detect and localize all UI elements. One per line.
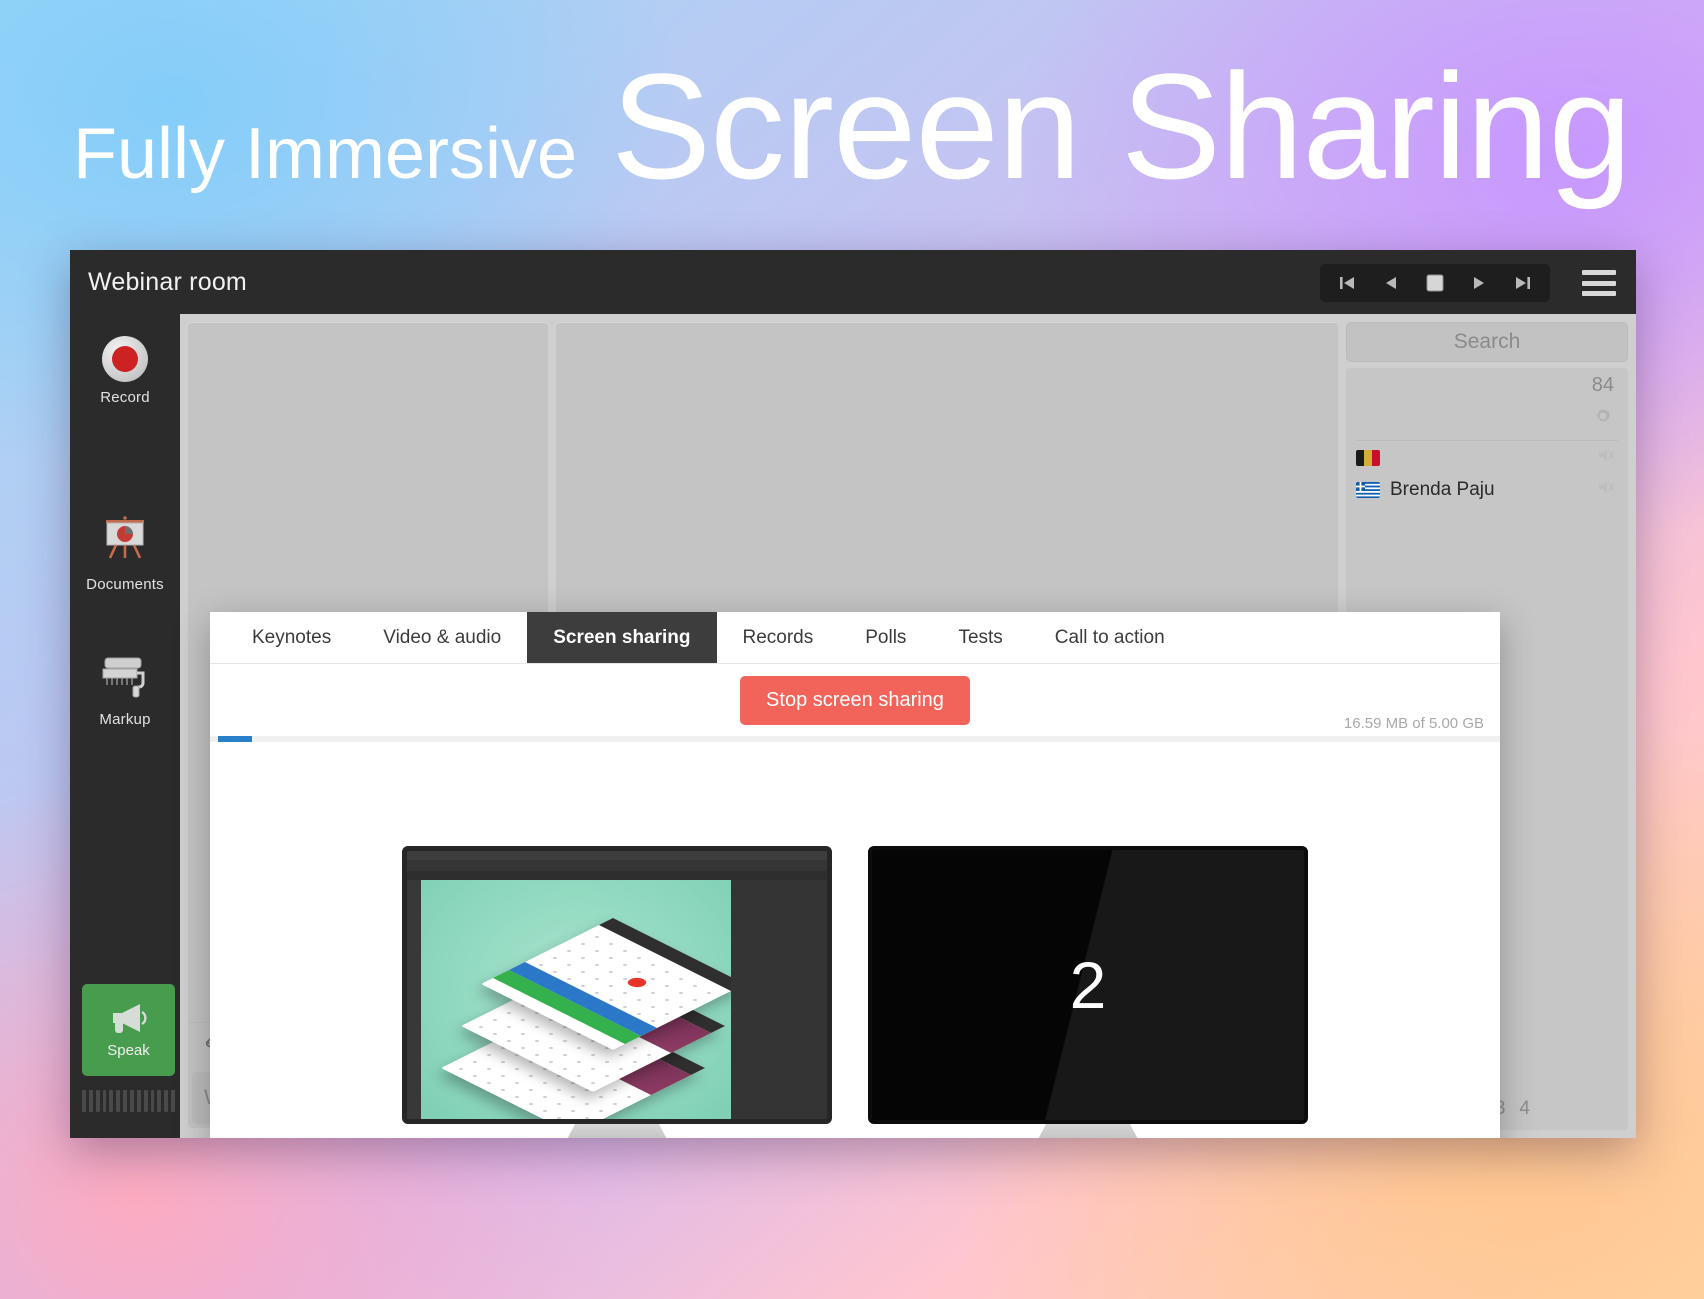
record-icon (102, 336, 148, 382)
tab-label: Tests (958, 627, 1002, 649)
tab-call-to-action[interactable]: Call to action (1029, 612, 1191, 663)
app-document-tab (407, 871, 827, 880)
tab-label: Records (743, 627, 814, 649)
skip-back-icon[interactable] (1326, 266, 1368, 300)
app-canvas (421, 880, 731, 1121)
app-toolbar (407, 860, 827, 871)
app-main (407, 880, 827, 1121)
sidebar-item-label: Markup (70, 711, 180, 728)
skip-forward-icon[interactable] (1502, 266, 1544, 300)
participants-count: 84 (1346, 368, 1628, 397)
stop-icon[interactable] (1414, 266, 1456, 300)
mute-icon[interactable] (1596, 446, 1616, 470)
paint-roller-icon (96, 686, 154, 703)
page-backdrop: Fully Immersive Screen Sharing Webinar r… (0, 0, 1704, 1299)
tab-screen-sharing[interactable]: Screen sharing (527, 612, 716, 663)
app-menubar (407, 851, 827, 860)
page-title: Webinar room (88, 268, 247, 297)
hero-title: Screen Sharing (611, 48, 1631, 206)
participants-settings[interactable] (1346, 397, 1628, 440)
screen-sharing-modal: Keynotes Video & audio Screen sharing Re… (210, 612, 1500, 1138)
tab-label: Polls (865, 627, 906, 649)
screen-gloss-reflection (872, 850, 1304, 1120)
speak-button[interactable]: Speak (82, 984, 175, 1076)
mute-icon[interactable] (1596, 478, 1616, 502)
storage-quota-label: 16.59 MB of 5.00 GB (1344, 715, 1484, 732)
left-toolbar: Record (70, 314, 180, 1138)
play-icon[interactable] (1458, 266, 1500, 300)
playback-transport-controls[interactable] (1320, 264, 1550, 302)
participants-count-value: 84 (1592, 374, 1614, 397)
tab-label: Call to action (1055, 627, 1165, 649)
hero-prefix: Fully Immersive (73, 118, 577, 190)
sidebar-item-markup[interactable]: Markup (70, 653, 180, 728)
prev-icon[interactable] (1370, 266, 1412, 300)
pagination-page-4[interactable]: 4 (1519, 1098, 1530, 1120)
participant-list: Brenda Paju (1346, 441, 1628, 507)
search-placeholder: Search (1454, 330, 1521, 354)
app-tools-panel (407, 880, 421, 1121)
presentation-board-icon (96, 551, 154, 568)
monitor-1-screen[interactable] (402, 846, 832, 1124)
tab-keynotes[interactable]: Keynotes (226, 612, 357, 663)
tab-polls[interactable]: Polls (839, 612, 932, 663)
sidebar-item-label: Documents (70, 576, 180, 593)
search-input[interactable]: Search (1346, 322, 1628, 362)
megaphone-icon (107, 1001, 151, 1040)
participant-name: Brenda Paju (1390, 479, 1586, 501)
monitor-option-2[interactable]: 2 (868, 846, 1308, 1139)
flag-greece (1356, 482, 1380, 498)
monitor-2-screen[interactable]: 2 (868, 846, 1308, 1124)
window-titlebar: Webinar room (70, 250, 1636, 314)
monitor-picker: 2 (210, 742, 1500, 1138)
list-item[interactable]: Brenda Paju (1346, 473, 1628, 507)
tab-label: Keynotes (252, 627, 331, 649)
gear-icon[interactable] (1592, 405, 1614, 432)
stop-screen-sharing-button[interactable]: Stop screen sharing (740, 676, 970, 725)
tab-tests[interactable]: Tests (932, 612, 1028, 663)
monitor-option-1[interactable] (402, 846, 832, 1139)
modal-toolbar: Stop screen sharing 16.59 MB of 5.00 GB (210, 664, 1500, 736)
webinar-app-window: Webinar room (70, 250, 1636, 1138)
tab-records[interactable]: Records (717, 612, 840, 663)
app-layers-panel (731, 880, 827, 1121)
sidebar-item-documents[interactable]: Documents (70, 514, 180, 593)
tab-label: Screen sharing (553, 627, 690, 649)
hamburger-icon[interactable] (1582, 270, 1616, 296)
monitor-2-stand (1023, 1124, 1153, 1139)
sidebar-item-record[interactable]: Record (70, 336, 180, 406)
speak-button-label: Speak (107, 1042, 150, 1059)
flag-belgium (1356, 450, 1380, 466)
monitor-1-stand (552, 1124, 682, 1139)
list-item[interactable] (1346, 443, 1628, 473)
tab-video-audio[interactable]: Video & audio (357, 612, 527, 663)
audio-level-meter (82, 1090, 175, 1112)
tab-label: Video & audio (383, 627, 501, 649)
hero-heading: Fully Immersive Screen Sharing (0, 48, 1704, 206)
sidebar-item-label: Record (70, 389, 180, 406)
modal-tabbar: Keynotes Video & audio Screen sharing Re… (210, 612, 1500, 664)
